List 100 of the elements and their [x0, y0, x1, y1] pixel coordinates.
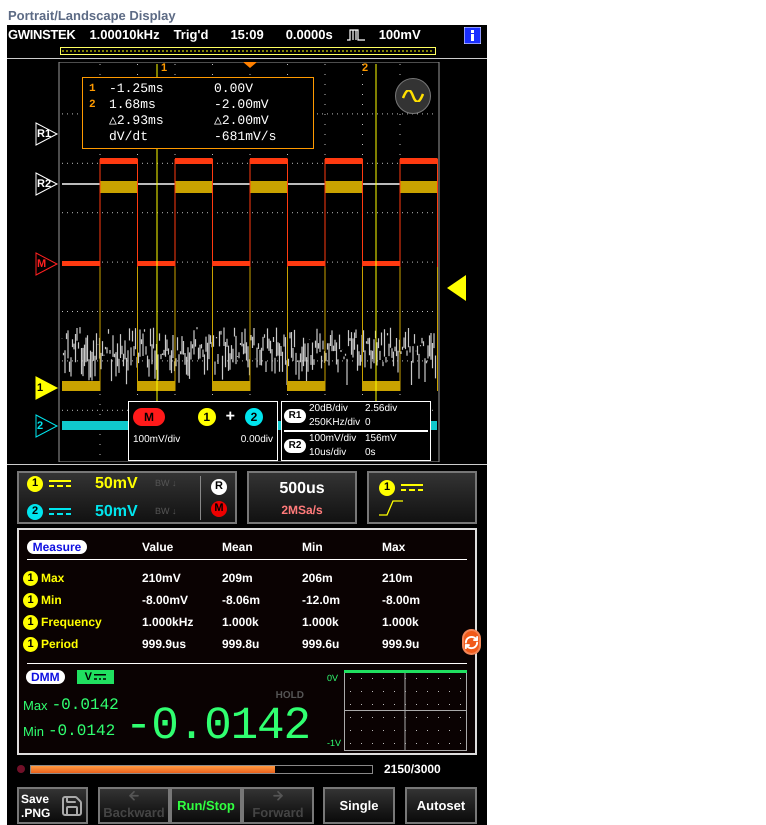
- channel-badge: 1: [23, 570, 38, 586]
- measure-value: 209m: [222, 570, 254, 587]
- trend-axis-label: -1V: [326, 736, 341, 750]
- status-text: Trig'd: [174, 26, 208, 44]
- measure-value: -12.0m: [302, 592, 342, 609]
- trigger-panel[interactable]: 1: [367, 471, 477, 524]
- dmm-badge[interactable]: DMM: [26, 670, 65, 684]
- record-bar-icon: [60, 46, 436, 54]
- hold-label: HOLD: [276, 689, 304, 703]
- page-title: Portrait/Landscape Display: [8, 7, 176, 25]
- brand-logo: GWINSTEK: [8, 26, 76, 44]
- dmm-min-value: -0.0142: [48, 722, 116, 741]
- measure-value: -8.00m: [382, 592, 422, 609]
- cursor-time: 1.68ms: [109, 97, 157, 113]
- cursor-value: 0.00V: [214, 81, 254, 97]
- math-operator: +: [226, 407, 235, 427]
- measure-value: 210mV: [142, 570, 182, 587]
- math-scale: 100mV/div: [133, 433, 180, 447]
- reference-value: 156mV: [365, 432, 397, 446]
- action-button[interactable]: Autoset: [405, 787, 477, 824]
- dc-coupling-icon: [401, 484, 423, 492]
- cursor-value: -681mV/s: [214, 129, 276, 145]
- trace-marker[interactable]: R1: [35, 122, 59, 146]
- touch-control-icon[interactable]: [395, 78, 431, 114]
- sample-rate: 2MSa/s: [281, 502, 323, 518]
- trend-axis-label: 0V: [326, 672, 339, 685]
- channel-badge: 2: [27, 504, 43, 520]
- measure-value: -8.06m: [222, 592, 262, 609]
- trigger-level-marker[interactable]: [447, 275, 466, 301]
- trace-marker[interactable]: 1: [35, 376, 59, 400]
- cursor-label: 1: [161, 63, 168, 74]
- dc-symbol-icon: [94, 674, 106, 680]
- measure-name: Frequency: [41, 614, 102, 631]
- measure-badge[interactable]: Measure: [27, 540, 87, 554]
- math-offset: 0.00div: [240, 433, 273, 447]
- measure-value: 999.9u: [382, 636, 420, 653]
- math-badge[interactable]: M: [211, 500, 227, 516]
- channel-badge: 1: [23, 636, 38, 652]
- measure-value: 999.8u: [222, 636, 260, 653]
- status-text: 15:09: [230, 26, 264, 44]
- column-header: Max: [382, 538, 406, 556]
- rising-edge-icon: [379, 500, 403, 516]
- action-button[interactable]: Single: [323, 787, 395, 824]
- status-text: 0.0000s: [286, 26, 333, 44]
- trace-marker[interactable]: 2: [35, 414, 59, 438]
- channel-badge: 1: [379, 480, 395, 496]
- record-count: 2150/3000: [384, 761, 441, 778]
- timebase-panel[interactable]: 500us 2MSa/s: [247, 471, 357, 524]
- dmm-reading: -0.0142: [124, 703, 310, 749]
- channel-badge: 1: [23, 614, 38, 630]
- channel-badge: 1: [198, 408, 216, 426]
- transport-button[interactable]: Run/Stop: [170, 787, 242, 824]
- save-png-button[interactable]: Save .PNG: [17, 787, 88, 824]
- dmm-mode[interactable]: V: [76, 670, 114, 684]
- reference-badge: R1: [284, 409, 306, 423]
- measure-value: 999.6u: [302, 636, 340, 653]
- bandwidth-label: BW ↓: [155, 504, 176, 518]
- refresh-icon[interactable]: [462, 629, 481, 655]
- channel-badge: 1: [27, 476, 43, 492]
- arrow-icon: [127, 789, 141, 802]
- measure-value: -8.00mV: [142, 592, 190, 609]
- cursor-value: △2.00mV: [214, 113, 269, 129]
- status-text: 1.00010kHz: [89, 26, 160, 44]
- trace-marker[interactable]: M: [35, 252, 59, 276]
- dc-coupling-icon: [49, 508, 71, 516]
- dc-coupling-icon: [49, 480, 71, 488]
- column-header: Min: [302, 538, 324, 556]
- column-header: Mean: [222, 538, 254, 556]
- reference-scale: 100mV/div: [309, 432, 358, 446]
- timebase-scale: 500us: [279, 478, 325, 498]
- arrow-icon: [271, 789, 285, 802]
- measure-value: 1.000k: [222, 614, 260, 631]
- reference-scale: 250KHz/div: [309, 416, 362, 430]
- channel-scale: 50mV: [95, 474, 139, 494]
- cursor-index: 2: [89, 98, 97, 113]
- cursor-index: 1: [89, 82, 97, 97]
- measure-name: Period: [41, 636, 78, 653]
- measure-value: 210m: [382, 570, 414, 587]
- cursor-time: △2.93ms: [109, 113, 165, 129]
- reference-value: 0s: [365, 446, 376, 460]
- reference-scale: 10us/div: [309, 446, 348, 460]
- dmm-max-value: -0.0142: [52, 696, 119, 716]
- pulse-icon: [346, 29, 365, 41]
- measure-value: 1.000k: [302, 614, 340, 631]
- trace-marker[interactable]: R2: [35, 172, 59, 196]
- cursor-time: -1.25ms: [109, 81, 165, 97]
- column-header: Value: [142, 538, 174, 556]
- reference-scale: 20dB/div: [309, 402, 349, 416]
- dmm-max-label: Max: [23, 697, 48, 715]
- channel-badge: 2: [245, 408, 263, 426]
- reference-badge[interactable]: R: [211, 478, 227, 494]
- status-led-icon: [17, 765, 25, 773]
- measure-value: 1.000kHz: [142, 614, 194, 631]
- measure-value: 206m: [302, 570, 334, 587]
- cursor-label: 2: [362, 63, 368, 74]
- channel-scale: 50mV: [95, 502, 139, 522]
- reference-badge: R2: [284, 439, 306, 453]
- trigger-level: 100mV: [378, 26, 421, 44]
- cursor-time: dV/dt: [109, 129, 150, 145]
- info-icon[interactable]: [464, 26, 481, 44]
